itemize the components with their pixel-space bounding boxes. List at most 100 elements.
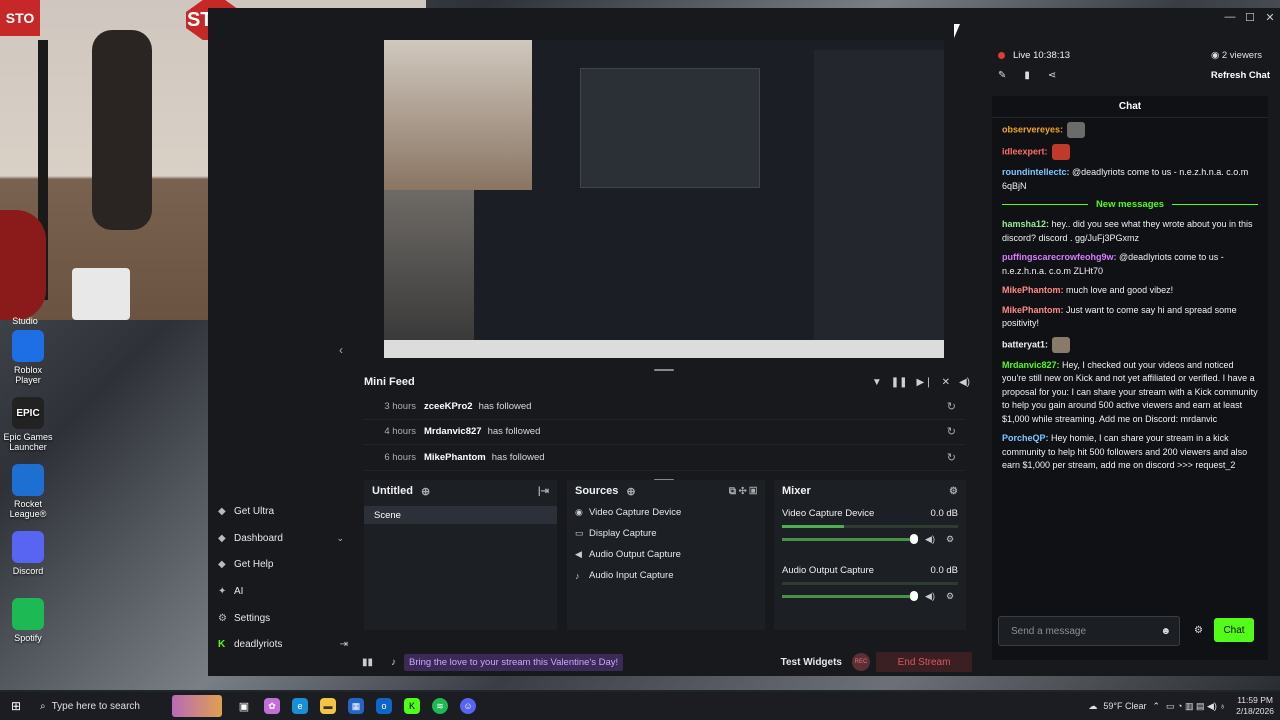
sidebar-item-get-ultra[interactable]: ◆ Get Ultra bbox=[208, 498, 358, 525]
feed-user[interactable]: zceeKPro2 bbox=[424, 401, 473, 412]
source-item[interactable]: ◀ Audio Output Capture bbox=[567, 544, 765, 565]
end-stream-button[interactable]: End Stream bbox=[876, 652, 972, 672]
filter-icon[interactable]: ▼ bbox=[872, 377, 882, 388]
mute-alerts-icon[interactable]: ✕ bbox=[942, 377, 950, 388]
mute-icon[interactable]: ◀) bbox=[922, 591, 938, 602]
replay-icon[interactable]: ↻ bbox=[947, 425, 956, 438]
chat-username[interactable]: MikePhantom: bbox=[1002, 305, 1064, 315]
chat-input[interactable]: Send a message ☻ bbox=[998, 616, 1180, 646]
volume-slider[interactable] bbox=[782, 591, 918, 601]
desktop-icon-label: Discord bbox=[12, 566, 44, 576]
scene-transition-icon[interactable]: |⇥ bbox=[538, 486, 549, 497]
streaming-app-window: — ☐ ✕ ‹ Mini Feed ▼ ❚❚ ▶❘ ✕ ◀) 3 hours z… bbox=[208, 8, 1280, 676]
clock[interactable]: 11:59 PM 2/18/2026 bbox=[1236, 695, 1274, 717]
desktop-icon[interactable]: Roblox Player bbox=[0, 330, 56, 397]
windows-start-icon[interactable]: ⊞ bbox=[0, 699, 32, 713]
file-explorer-icon[interactable]: ▬ bbox=[314, 692, 342, 720]
stats-icon[interactable]: ▮▮ bbox=[362, 657, 373, 668]
volume-knob[interactable] bbox=[910, 591, 918, 601]
maximize-icon[interactable]: ☐ bbox=[1240, 11, 1260, 24]
edge-icon[interactable]: e bbox=[286, 692, 314, 720]
share-icon[interactable]: ⋖ bbox=[1048, 70, 1056, 81]
monitor-icon: ▭ bbox=[575, 528, 584, 538]
sidebar-item-user[interactable]: Kdeadlyriots ⇥ bbox=[208, 631, 358, 658]
skip-icon[interactable]: ▶❘ bbox=[917, 377, 933, 388]
refresh-chat-button[interactable]: Refresh Chat bbox=[1211, 70, 1270, 81]
edit-icon[interactable]: ✎ bbox=[998, 70, 1006, 81]
chat-settings-icon[interactable]: ⚙ bbox=[1194, 625, 1203, 636]
sidebar-item-settings[interactable]: ⚙ Settings bbox=[208, 605, 358, 632]
task-view-icon[interactable]: ▣ bbox=[230, 692, 258, 720]
taskbar-search[interactable]: ⌕ Type here to search bbox=[32, 692, 172, 720]
feed-user[interactable]: Mrdanvic827 bbox=[424, 426, 482, 437]
clip-icon[interactable]: ▮ bbox=[1024, 70, 1030, 81]
replay-icon[interactable]: ↻ bbox=[947, 400, 956, 413]
desktop-icon[interactable]: Rocket League® bbox=[0, 464, 56, 531]
outlook-icon[interactable]: o bbox=[370, 692, 398, 720]
chat-username[interactable]: hamsha12: bbox=[1002, 219, 1049, 229]
weather-text[interactable]: 59°F Clear bbox=[1103, 701, 1146, 711]
chat-username[interactable]: observereyes: bbox=[1002, 124, 1063, 134]
volume-slider[interactable] bbox=[782, 534, 918, 544]
sidebar-item-ai[interactable]: ✦ AI bbox=[208, 578, 358, 605]
store-icon[interactable]: ▦ bbox=[342, 692, 370, 720]
chat-username[interactable]: puffingscarecrowfeohg9w: bbox=[1002, 252, 1117, 262]
channel-gear-icon[interactable]: ⚙ bbox=[942, 591, 958, 602]
list-item: 3 hours zceeKPro2 has followed ↻ bbox=[364, 394, 964, 420]
desktop-icon[interactable]: Discord bbox=[0, 531, 56, 598]
sidebar-item-dashboard[interactable]: ◆ Dashboard ⌄ bbox=[208, 525, 358, 552]
test-widgets-button[interactable]: Test Widgets bbox=[781, 657, 842, 668]
add-scene-icon[interactable]: ⊕ bbox=[421, 485, 430, 498]
spotify-taskbar-icon[interactable]: ≋ bbox=[426, 692, 454, 720]
sidebar-item-label: Get Ultra bbox=[234, 505, 275, 517]
mute-icon[interactable]: ◀) bbox=[922, 534, 938, 545]
source-item[interactable]: ♪ Audio Input Capture bbox=[567, 565, 765, 586]
feed-time: 3 hours bbox=[384, 400, 416, 412]
chevron-down-icon[interactable]: ⌄ bbox=[336, 533, 344, 544]
mixer-settings-icon[interactable]: ⚙ bbox=[949, 486, 958, 497]
source-item[interactable]: ◉ Video Capture Device bbox=[567, 502, 765, 523]
tray-icons[interactable]: ▭ ◔ ▥ ▤ ◀) ♁ bbox=[1166, 701, 1226, 712]
tray-chevron-icon[interactable]: ⌃ bbox=[1153, 701, 1161, 712]
desktop-icon[interactable]: EPIC Epic Games Launcher bbox=[0, 397, 56, 464]
replay-icon[interactable]: ↻ bbox=[947, 451, 956, 464]
copilot-icon[interactable]: ✿ bbox=[258, 692, 286, 720]
chat-username[interactable]: batteryat1: bbox=[1002, 339, 1048, 349]
chat-username[interactable]: idleexpert: bbox=[1002, 146, 1048, 156]
feed-user[interactable]: MikePhantom bbox=[424, 452, 486, 463]
kick-studio-icon[interactable]: K bbox=[398, 692, 426, 720]
desktop-icon[interactable]: Spotify bbox=[0, 598, 56, 665]
sources-title: Sources bbox=[575, 485, 619, 497]
chat-message: roundintellectc: @deadlyriots come to us… bbox=[1002, 166, 1258, 193]
emoji-icon[interactable]: ☻ bbox=[1160, 626, 1171, 637]
send-chat-button[interactable]: Chat bbox=[1214, 618, 1254, 642]
source-tools-icon[interactable]: ⧉ ✣ ▣ bbox=[729, 486, 757, 497]
chat-username[interactable]: PorcheQP: bbox=[1002, 433, 1049, 443]
search-highlight-image bbox=[172, 695, 222, 717]
source-label: Video Capture Device bbox=[589, 507, 682, 518]
pause-icon[interactable]: ❚❚ bbox=[891, 377, 908, 388]
channel-gear-icon[interactable]: ⚙ bbox=[942, 534, 958, 545]
collapse-chevron-icon[interactable]: ‹ bbox=[339, 343, 343, 357]
sidebar-item-get-help[interactable]: ◆ Get Help bbox=[208, 551, 358, 578]
chat-username[interactable]: Mrdanvic827: bbox=[1002, 360, 1060, 370]
volume-icon[interactable]: ◀) bbox=[959, 377, 970, 388]
promo-banner[interactable]: Bring the love to your stream this Valen… bbox=[404, 653, 624, 671]
chat-username[interactable]: roundintellectc: bbox=[1002, 167, 1070, 177]
clock-time: 11:59 PM bbox=[1237, 695, 1273, 705]
discord-taskbar-icon[interactable]: ☺ bbox=[454, 692, 482, 720]
audio-meter bbox=[782, 582, 958, 585]
add-source-icon[interactable]: ⊕ bbox=[626, 485, 635, 498]
source-item[interactable]: ▭ Display Capture bbox=[567, 523, 765, 544]
chat-username[interactable]: MikePhantom: bbox=[1002, 285, 1064, 295]
minimize-icon[interactable]: — bbox=[1220, 11, 1240, 23]
notification-bell-icon[interactable]: ♪ bbox=[391, 657, 396, 668]
mouse-cursor bbox=[954, 24, 966, 38]
volume-knob[interactable] bbox=[910, 534, 918, 544]
logout-icon[interactable]: ⇥ bbox=[340, 639, 348, 650]
rocket-league-icon bbox=[12, 464, 44, 496]
close-icon[interactable]: ✕ bbox=[1260, 11, 1280, 24]
channel-db: 0.0 dB bbox=[930, 565, 958, 576]
scene-item[interactable]: Scene bbox=[364, 506, 557, 524]
record-button[interactable]: REC bbox=[852, 653, 870, 671]
